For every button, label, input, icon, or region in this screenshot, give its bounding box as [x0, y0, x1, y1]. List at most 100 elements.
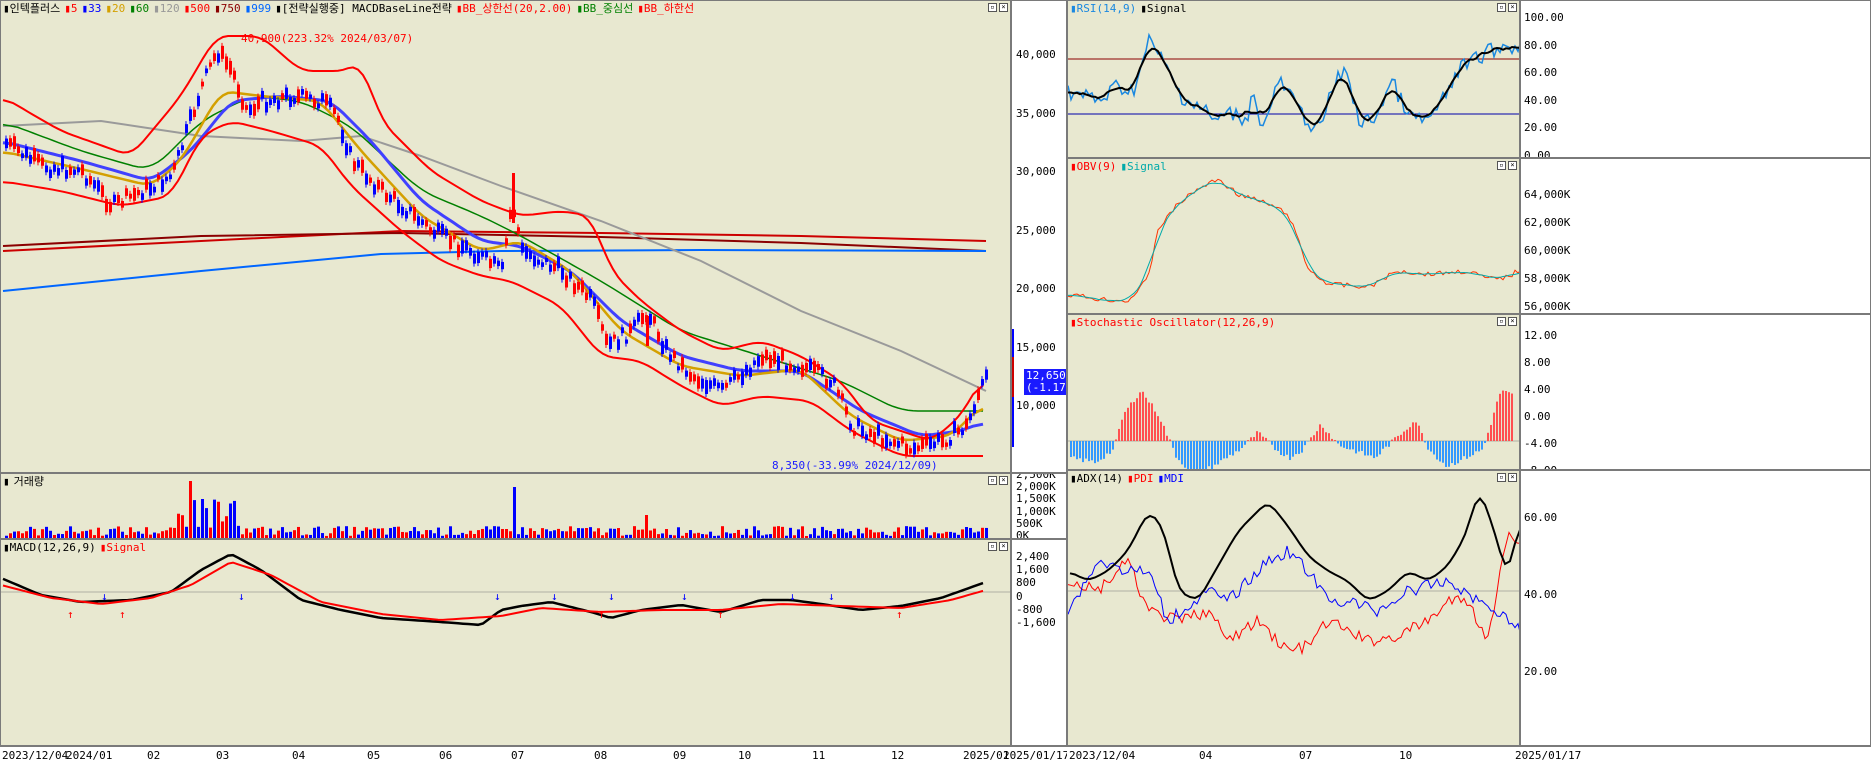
candle-body [649, 314, 652, 325]
candle-body [173, 163, 176, 170]
candle-body [453, 235, 456, 239]
candle-body [253, 104, 256, 116]
volume-bar [161, 531, 164, 539]
candle-body [249, 105, 252, 116]
stochastic-bar [1247, 440, 1249, 441]
candle-body [693, 374, 696, 381]
price-chart-pane[interactable]: ▮인텍플러스▮5▮33▮20▮60▮120▮500▮750▮999▮[전략실행중… [0, 0, 1011, 473]
adx-chart-pane[interactable]: ▮ADX(14)▮PDI▮MDI ▫ × [1067, 470, 1520, 746]
candle-body [449, 236, 452, 250]
volume-bar [173, 528, 176, 539]
candle-body [941, 434, 944, 447]
candle-body [569, 272, 572, 279]
stochastic-bar [1340, 441, 1342, 447]
volume-bar [553, 530, 556, 539]
candle-body [169, 175, 172, 180]
volume-bar [569, 526, 572, 539]
candle-body [833, 378, 836, 383]
stochastic-bar [1427, 441, 1429, 450]
stochastic-bar [1403, 432, 1405, 441]
volume-bar [373, 528, 376, 539]
rsi-canvas [1068, 1, 1520, 158]
volume-bar [85, 531, 88, 539]
volume-bar [185, 527, 188, 539]
volume-bar [221, 521, 224, 539]
candle-body [181, 145, 184, 150]
candle-body [813, 361, 816, 373]
volume-bar [645, 515, 648, 539]
stochastic-bar [1496, 402, 1498, 441]
volume-bar [737, 530, 740, 539]
stochastic-bar [1253, 437, 1255, 441]
stochastic-bar [1091, 441, 1093, 460]
stochastic-bar [1277, 441, 1279, 451]
candle-body [109, 202, 112, 212]
stochastic-bar [1148, 403, 1150, 441]
stochastic-bar [1349, 441, 1351, 449]
candle-body [553, 263, 556, 271]
candle-body [117, 195, 120, 203]
stochastic-chart-pane[interactable]: ▮Stochastic Oscillator(12,26,9) ▫ × [1067, 314, 1520, 470]
candle-body [285, 88, 288, 99]
stochastic-bar [1502, 391, 1504, 441]
x-tick-label: 2025/01/17 [1003, 749, 1069, 762]
stochastic-bar [1274, 441, 1276, 450]
candle-body [809, 359, 812, 370]
volume-bar [201, 499, 204, 539]
stochastic-bar [1310, 437, 1312, 441]
volume-bar [189, 481, 192, 539]
candle-body [437, 223, 440, 232]
stochastic-bar [1139, 392, 1141, 441]
candle-body [325, 94, 328, 105]
stochastic-bar [1499, 394, 1501, 441]
candle-body [573, 283, 576, 294]
x-tick-label: 2024/01 [66, 749, 112, 762]
candle-body [389, 195, 392, 203]
volume-bar [117, 526, 120, 539]
candle-body [725, 383, 728, 388]
stochastic-bar [1166, 436, 1168, 441]
stochastic-bar [1451, 441, 1453, 463]
candle-body [873, 432, 876, 444]
stochastic-bar [1295, 441, 1297, 454]
candle-body [805, 363, 808, 372]
stochastic-bar [1475, 441, 1477, 451]
candle-body [49, 170, 52, 178]
candle-body [281, 93, 284, 99]
candle-body [201, 82, 204, 87]
candle-body [273, 96, 276, 103]
candle-body [789, 364, 792, 371]
macd-chart-pane[interactable]: ▮MACD(12,26,9)▮Signal ▫ × ↑↓↑↓↓↓↑↓↓↑↓↓↑ [0, 539, 1011, 746]
candle-body [305, 91, 308, 99]
stochastic-bar [1262, 437, 1264, 441]
candle-body [45, 166, 48, 173]
stochastic-bar [1229, 441, 1231, 455]
stochastic-bar [1076, 441, 1078, 459]
volume-bar [585, 528, 588, 539]
candle-body [673, 351, 676, 358]
stochastic-bar [1169, 439, 1171, 441]
stochastic-bar [1316, 431, 1318, 441]
stochastic-bar [1088, 441, 1090, 461]
candle-body [381, 182, 384, 190]
candle-body [25, 147, 28, 158]
candle-body [217, 53, 220, 62]
volume-bar [257, 528, 260, 539]
rsi-chart-pane[interactable]: ▮RSI(14,9)▮Signal ▫ × [1067, 0, 1520, 158]
volume-bar [437, 528, 440, 539]
candle-body [425, 220, 428, 226]
stochastic-bar [1469, 441, 1471, 457]
candle-body [781, 350, 784, 360]
obv-chart-pane[interactable]: ▮OBV(9)▮Signal ▫ × [1067, 158, 1520, 314]
volume-chart-pane[interactable]: ▮거래량 ▫ × [0, 473, 1011, 539]
y-tick-label: 1,000K [1016, 505, 1056, 518]
volume-bar [797, 529, 800, 539]
candle-body [549, 265, 552, 272]
candle-body [925, 434, 928, 446]
macd-y-axis: 2,4001,6008000-800-1,600 [1011, 539, 1067, 746]
candle-body [597, 305, 600, 319]
x-tick-label: 06 [439, 749, 452, 762]
volume-bar [637, 530, 640, 539]
ma-33-line [3, 97, 983, 435]
candle-body [521, 243, 524, 253]
